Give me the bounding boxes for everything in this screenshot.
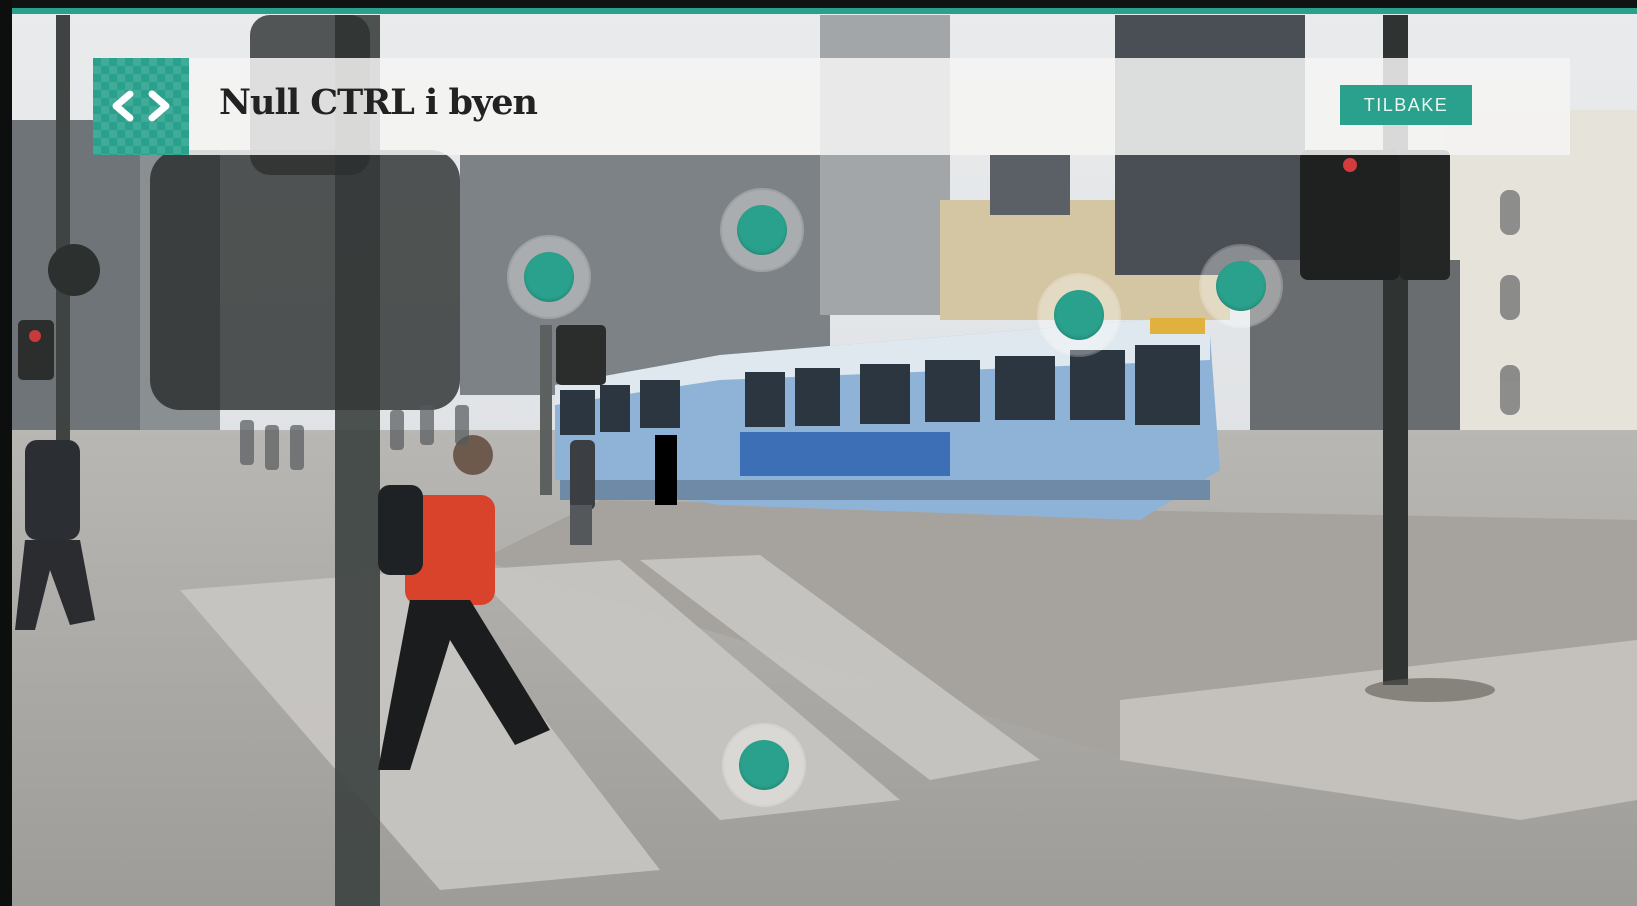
info-dot-icon — [1054, 290, 1104, 340]
hotspot-tram[interactable] — [1039, 275, 1119, 355]
hotspot-traffic-light[interactable] — [1201, 246, 1281, 326]
back-button[interactable]: TILBAKE — [1340, 85, 1472, 125]
logo-tile[interactable] — [93, 58, 189, 155]
hotspot-tower[interactable] — [722, 190, 802, 270]
info-dot-icon — [739, 740, 789, 790]
code-brackets-icon — [112, 90, 170, 122]
left-edge-border — [0, 0, 12, 906]
hotspot-crosswalk[interactable] — [724, 725, 804, 805]
info-dot-icon — [524, 252, 574, 302]
info-dot-icon — [1216, 261, 1266, 311]
header-bar: Null CTRL i byen TILBAKE — [93, 58, 1570, 155]
page-title: Null CTRL i byen — [219, 82, 538, 123]
hotspot-building-left[interactable] — [509, 237, 589, 317]
info-dot-icon — [737, 205, 787, 255]
top-accent-line — [0, 8, 1637, 14]
